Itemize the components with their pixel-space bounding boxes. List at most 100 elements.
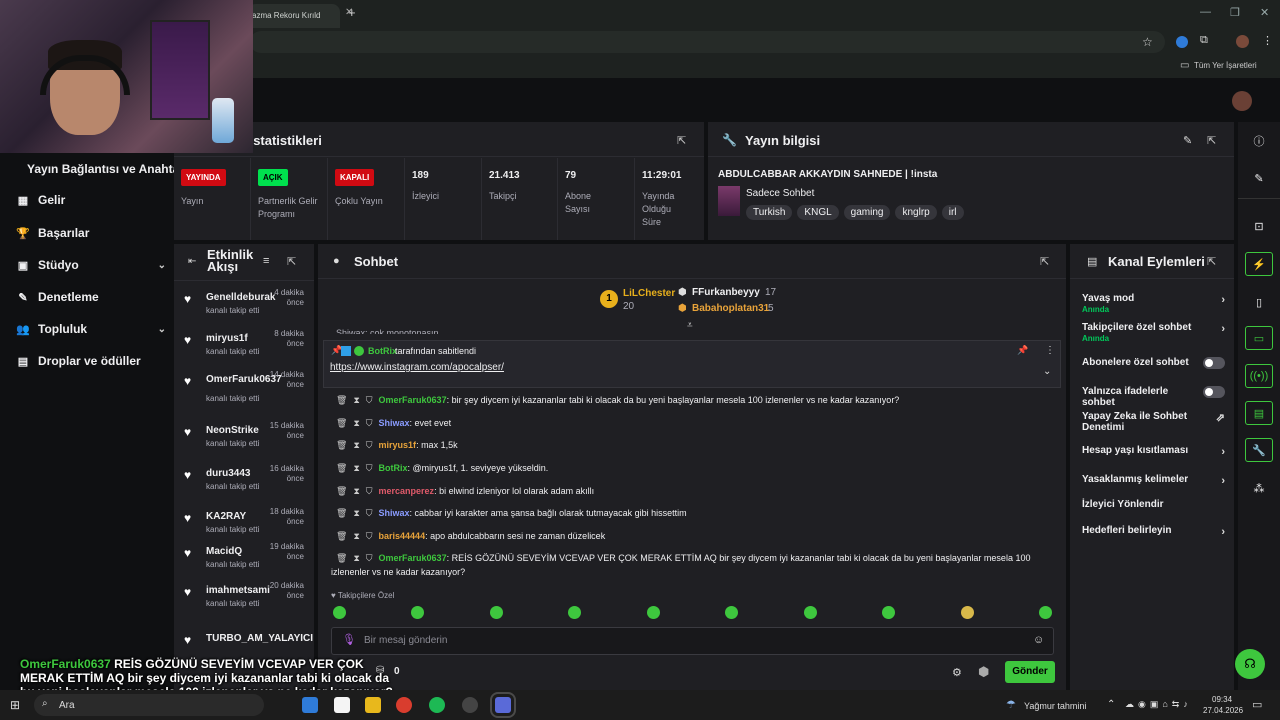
emote-icon[interactable] (961, 606, 974, 619)
panel-icon[interactable]: ▤ (1245, 401, 1273, 425)
extensions-puzzle-icon[interactable]: ⧉ (1200, 34, 1208, 47)
mod-shield-icon[interactable]: ⬢ (978, 664, 989, 680)
tag[interactable]: KNGL (797, 205, 839, 220)
tag[interactable]: irl (941, 205, 964, 220)
timeout-icon[interactable]: ⧗ (353, 440, 359, 450)
feed-username[interactable]: KA2RAY (206, 511, 246, 522)
delete-icon[interactable]: 🗑 (336, 508, 347, 518)
third-gifter-name[interactable]: Babahoplatan31 (692, 303, 769, 314)
chat-username[interactable]: BotRix (379, 463, 408, 473)
popout-icon[interactable]: ⇱ (1207, 255, 1216, 268)
timeout-icon[interactable]: ⧗ (353, 418, 359, 428)
feed-username[interactable]: NeonStrike (206, 425, 259, 436)
menu-kebab-icon[interactable]: ⋮ (1045, 345, 1055, 356)
delete-icon[interactable]: 🗑 (336, 553, 347, 563)
timeout-icon[interactable]: ⧗ (353, 508, 359, 518)
spotify-icon[interactable] (429, 697, 445, 713)
chat-username[interactable]: Shiwax (379, 508, 410, 518)
channel-action-item[interactable]: Takipçilere özel sohbet Anında › (1082, 322, 1227, 344)
feed-item[interactable]: ♥ miryus1f 8 dakika önce kanalı takip etti (184, 329, 306, 363)
chat-username[interactable]: Shiwax (379, 418, 410, 428)
profile-avatar[interactable] (1236, 35, 1249, 48)
top-gifter-name[interactable]: LiLChester (623, 288, 675, 299)
channel-action-item[interactable]: Yasaklanmış kelimeler › (1082, 474, 1227, 487)
weather-text[interactable]: Yağmur tahmini (1024, 701, 1086, 711)
feed-item[interactable]: ♥ duru3443 16 dakika önce kanalı takip etti (184, 464, 306, 498)
delete-icon[interactable]: 🗑 (336, 463, 347, 473)
broadcast-icon[interactable]: ((•)) (1245, 364, 1273, 388)
support-headset-icon[interactable]: ☊ (1235, 649, 1265, 679)
chevron-down-icon[interactable]: ⌄ (1043, 366, 1051, 377)
timeout-icon[interactable]: ⧗ (353, 395, 359, 405)
emote-icon[interactable] (647, 606, 660, 619)
feed-username[interactable]: TURBO_AM_YALAYICI (206, 633, 313, 644)
stream-key-link[interactable]: Yayın Bağlantısı ve Anahtarı (27, 162, 187, 176)
extension-icon[interactable] (1176, 36, 1188, 48)
ban-icon[interactable]: ⛉ (366, 418, 373, 428)
category-name[interactable]: Sadece Sohbet (746, 188, 814, 199)
unpin-icon[interactable]: 📌 (1017, 345, 1028, 356)
popout-icon[interactable]: ⇱ (1040, 255, 1049, 268)
filter-icon[interactable]: ≡ (263, 255, 269, 267)
emote-icon[interactable] (804, 606, 817, 619)
feed-username[interactable]: imahmetsami (206, 585, 270, 596)
expand-icon[interactable]: ⩡ (687, 320, 693, 331)
channel-action-item[interactable]: Yalnızca ifadelerle sohbet (1082, 386, 1227, 408)
delete-icon[interactable]: 🗑 (336, 440, 347, 450)
edge-icon[interactable] (302, 697, 318, 713)
minimize-icon[interactable]: — (1200, 6, 1211, 18)
toggle-switch[interactable] (1203, 386, 1225, 398)
store-icon[interactable] (334, 697, 350, 713)
close-window-icon[interactable]: ✕ (1260, 6, 1269, 19)
feed-item[interactable]: ♥ MacidQ 19 dakika önce kanalı takip etti (184, 542, 306, 576)
new-tab-button[interactable]: + (348, 5, 356, 20)
clock-time[interactable]: 09:34 (1212, 695, 1232, 704)
emote-icon[interactable] (882, 606, 895, 619)
delete-icon[interactable]: 🗑 (336, 418, 347, 428)
emote-icon[interactable] (333, 606, 346, 619)
popout-icon[interactable]: ⇱ (677, 134, 686, 147)
screenshot-icon[interactable]: ⊡ (1245, 214, 1273, 238)
document-icon[interactable]: ▯ (1245, 290, 1273, 314)
tray-chevron-icon[interactable]: ⌃ (1107, 699, 1115, 710)
delete-icon[interactable]: 🗑 (336, 486, 347, 496)
chat-username[interactable]: OmerFaruk0637 (379, 553, 447, 563)
obs-icon[interactable] (462, 697, 478, 713)
channel-action-item[interactable]: Abonelere özel sohbet (1082, 357, 1227, 369)
timeout-icon[interactable]: ⧗ (353, 553, 359, 563)
file-explorer-icon[interactable] (365, 697, 381, 713)
emote-icon[interactable] (490, 606, 503, 619)
channel-action-item[interactable]: Yapay Zeka ile Sohbet Denetimi ⇗ (1082, 411, 1227, 433)
emote-icon[interactable] (568, 606, 581, 619)
nav-item-revenue[interactable]: ▦ Gelir (16, 193, 166, 207)
ban-icon[interactable]: ⛉ (366, 531, 373, 541)
emote-icon[interactable] (411, 606, 424, 619)
nav-item-drops[interactable]: ▤ Droplar ve ödüller (16, 354, 166, 368)
collapse-arrow-icon[interactable]: ⇤ (188, 256, 196, 267)
ban-icon[interactable]: ⛉ (366, 553, 373, 563)
discord-icon[interactable] (490, 692, 516, 718)
ban-icon[interactable]: ⛉ (366, 463, 373, 473)
lightning-icon[interactable]: ⚡ (1245, 252, 1273, 276)
feed-username[interactable]: MacidQ (206, 546, 242, 557)
ban-icon[interactable]: ⛉ (366, 508, 373, 518)
nav-item-achievements[interactable]: 🏆 Başarılar (16, 226, 166, 240)
toggle-switch[interactable] (1203, 357, 1225, 369)
user-avatar[interactable] (1232, 91, 1252, 111)
delete-icon[interactable]: 🗑 (336, 531, 347, 541)
bookmark-star-icon[interactable]: ☆ (1142, 35, 1153, 49)
channel-action-item[interactable]: Hesap yaşı kısıtlaması › (1082, 445, 1227, 458)
browser-tab[interactable]: azma Rekoru Kırıld (248, 4, 340, 28)
feed-item[interactable]: ♥ imahmetsami 20 dakika önce kanalı takip e… (184, 581, 306, 615)
channel-action-item[interactable]: Hedefleri belirleyin › (1082, 525, 1227, 538)
category-thumbnail[interactable] (718, 186, 740, 216)
emote-icon[interactable] (1039, 606, 1052, 619)
nav-item-studio[interactable]: ▣ Stüdyo ⌄ (16, 258, 166, 272)
ban-icon[interactable]: ⛉ (366, 440, 373, 450)
menu-kebab-icon[interactable]: ⋮ (1262, 34, 1273, 47)
chat-username[interactable]: mercanperez (379, 486, 435, 496)
channel-action-item[interactable]: Yavaş mod Anında › (1082, 293, 1227, 315)
windows-start-icon[interactable]: ⊞ (10, 698, 20, 712)
pinned-by-user[interactable]: BotRix (368, 346, 397, 356)
channel-action-item[interactable]: İzleyici Yönlendir (1082, 499, 1227, 510)
